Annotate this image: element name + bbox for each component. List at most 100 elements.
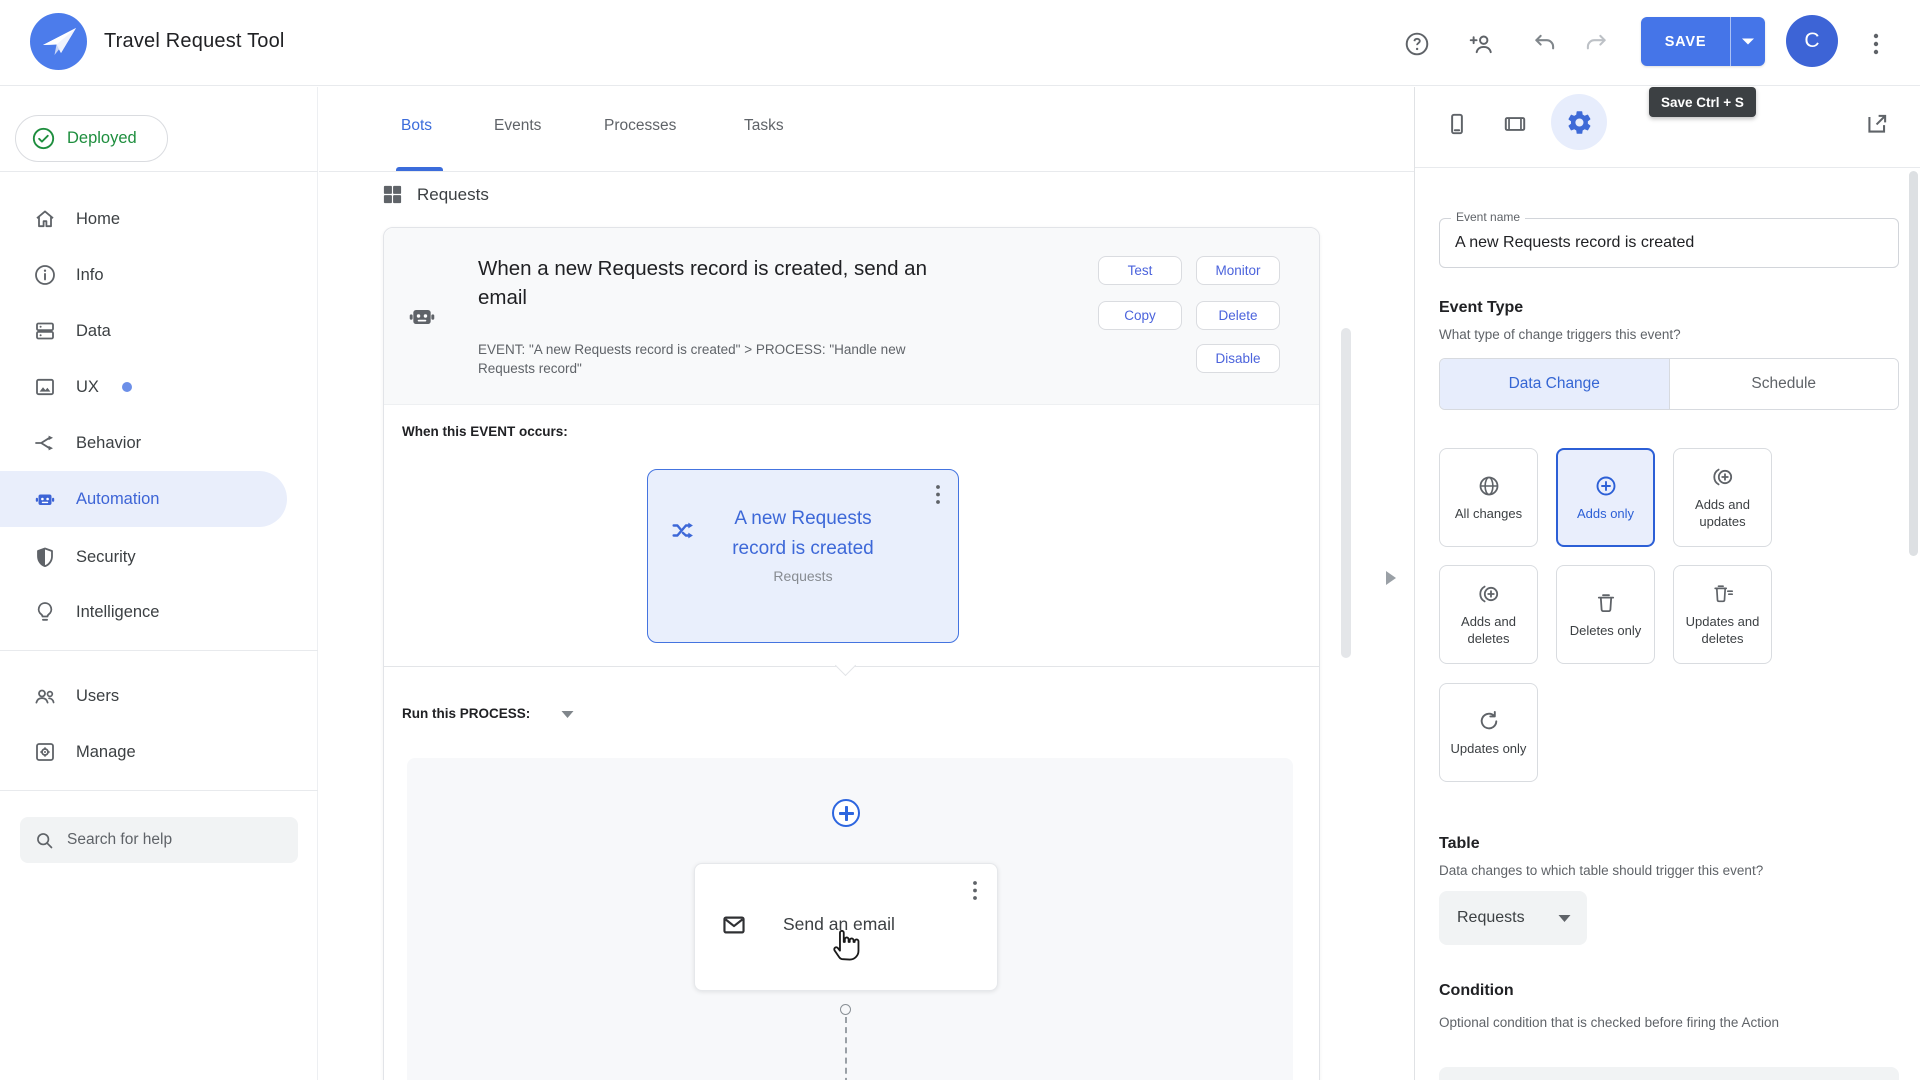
save-button[interactable]: SAVE xyxy=(1641,17,1730,66)
option-label: Updates only xyxy=(1450,740,1527,756)
shuffle-icon xyxy=(672,522,693,539)
sidebar-item-label: Data xyxy=(76,321,111,340)
split-arrows-icon xyxy=(35,435,53,451)
panel-body: Event name A new Requests record is crea… xyxy=(1439,87,1899,1080)
sidebar-item-ux[interactable]: UX xyxy=(0,359,287,415)
add-user-icon[interactable] xyxy=(1468,31,1494,57)
bot-card-header: When a new Requests record is created, s… xyxy=(384,228,1319,405)
sidebar-item-data[interactable]: Data xyxy=(0,303,287,359)
option-updates-only[interactable]: Updates only xyxy=(1439,683,1538,782)
sidebar-item-users[interactable]: Users xyxy=(0,668,287,724)
condition-expression-field[interactable] xyxy=(1439,1067,1899,1080)
process-dropdown-caret-icon[interactable] xyxy=(561,710,574,719)
caret-down-icon xyxy=(1558,914,1571,922)
table-question: Data changes to which table should trigg… xyxy=(1439,863,1764,878)
option-updates-and-deletes[interactable]: Updates and deletes xyxy=(1673,565,1772,664)
divider xyxy=(0,650,318,651)
section-divider-notch xyxy=(834,654,857,677)
sidebar-item-label: Security xyxy=(76,547,136,566)
robot-icon xyxy=(35,494,55,505)
sidebar-item-security[interactable]: Security xyxy=(0,529,287,585)
monitor-button[interactable]: Monitor xyxy=(1196,256,1280,285)
trash-update-icon xyxy=(1713,585,1733,603)
copy-button[interactable]: Copy xyxy=(1098,301,1182,330)
step-menu-icon[interactable] xyxy=(965,878,985,904)
sidebar-item-label: Home xyxy=(76,209,121,228)
save-options-button[interactable] xyxy=(1730,17,1765,66)
event-node-menu-icon[interactable] xyxy=(928,482,948,508)
option-deletes-only[interactable]: Deletes only xyxy=(1556,565,1655,664)
test-button[interactable]: Test xyxy=(1098,256,1182,285)
sidebar-item-intelligence[interactable]: Intelligence xyxy=(0,584,287,640)
process-section-label: Run this PROCESS: xyxy=(402,706,531,721)
deployed-label: Deployed xyxy=(67,129,137,147)
sidebar-item-behavior[interactable]: Behavior xyxy=(0,415,287,471)
redo-icon[interactable] xyxy=(1583,31,1609,57)
option-label: Updates and deletes xyxy=(1685,614,1760,646)
event-name-field[interactable]: Event name A new Requests record is crea… xyxy=(1439,210,1899,268)
app-title: Travel Request Tool xyxy=(104,30,285,52)
condition-description: Optional condition that is checked befor… xyxy=(1439,1015,1779,1030)
add-update-icon xyxy=(1712,468,1732,486)
manage-gear-icon xyxy=(36,743,54,761)
canvas-scrollbar-thumb[interactable] xyxy=(1341,328,1351,658)
option-adds-and-updates[interactable]: Adds and updates xyxy=(1673,448,1772,547)
check-circle-icon xyxy=(32,127,55,150)
panel-collapse-handle-icon[interactable] xyxy=(1385,570,1397,586)
breadcrumb-label: Requests xyxy=(417,184,489,204)
more-menu-icon[interactable] xyxy=(1864,31,1888,57)
refresh-icon xyxy=(1480,710,1497,729)
event-section-label: When this EVENT occurs: xyxy=(402,424,568,439)
tab-processes[interactable]: Processes xyxy=(604,117,676,135)
sidebar-item-label: Users xyxy=(76,686,120,705)
tab-events[interactable]: Events xyxy=(494,117,541,135)
avatar[interactable]: C xyxy=(1786,15,1838,67)
email-icon xyxy=(723,916,745,934)
delete-button[interactable]: Delete xyxy=(1196,301,1280,330)
event-type-question: What type of change triggers this event? xyxy=(1439,327,1681,342)
tab-tasks[interactable]: Tasks xyxy=(744,117,784,135)
paper-plane-icon xyxy=(43,28,76,55)
lightbulb-icon xyxy=(37,602,53,621)
image-icon xyxy=(36,378,54,396)
sidebar-item-info[interactable]: Info xyxy=(0,247,287,303)
segment-schedule[interactable]: Schedule xyxy=(1668,359,1898,409)
event-node-title: A new Requests record is created xyxy=(732,508,874,559)
app-logo[interactable] xyxy=(30,13,87,70)
option-adds-only[interactable]: Adds only xyxy=(1556,448,1655,547)
database-icon xyxy=(36,322,54,340)
users-icon xyxy=(35,689,55,704)
event-type-segmented-control: Data Change Schedule xyxy=(1439,358,1899,410)
disable-button[interactable]: Disable xyxy=(1196,344,1280,373)
help-search-placeholder: Search for help xyxy=(67,831,173,848)
segment-data-change[interactable]: Data Change xyxy=(1440,359,1669,409)
caret-down-icon xyxy=(1742,38,1754,45)
condition-heading: Condition xyxy=(1439,982,1514,999)
undo-icon[interactable] xyxy=(1532,31,1558,57)
event-node[interactable]: A new Requests record is created Request… xyxy=(647,469,959,643)
option-adds-and-deletes[interactable]: Adds and deletes xyxy=(1439,565,1538,664)
help-icon[interactable] xyxy=(1404,31,1430,57)
save-tooltip: Save Ctrl + S xyxy=(1649,87,1756,117)
send-email-step[interactable]: Send an email xyxy=(694,863,998,991)
sidebar-item-label: Intelligence xyxy=(76,602,160,621)
breadcrumb[interactable]: Requests xyxy=(382,184,489,205)
bot-title: When a new Requests record is created, s… xyxy=(478,257,927,309)
option-all-changes[interactable]: All changes xyxy=(1439,448,1538,547)
table-select[interactable]: Requests xyxy=(1439,891,1587,945)
divider xyxy=(319,171,1414,172)
sidebar-item-label: Info xyxy=(76,265,104,284)
event-name-value: A new Requests record is created xyxy=(1455,234,1695,251)
tab-bots[interactable]: Bots xyxy=(401,117,432,135)
panel-scrollbar-thumb[interactable] xyxy=(1909,171,1918,556)
hand-cursor-icon xyxy=(833,929,860,961)
deployed-status-badge[interactable]: Deployed xyxy=(15,115,168,162)
bot-subtitle: EVENT: "A new Requests record is created… xyxy=(478,342,906,376)
event-type-heading: Event Type xyxy=(1439,299,1524,316)
add-step-button[interactable] xyxy=(832,799,860,827)
sidebar-item-home[interactable]: Home xyxy=(0,191,287,247)
sidebar-item-manage[interactable]: Manage xyxy=(0,724,287,780)
sidebar-item-automation[interactable]: Automation xyxy=(0,471,287,527)
option-label: All changes xyxy=(1454,505,1523,521)
help-search-input[interactable]: Search for help xyxy=(20,817,298,863)
